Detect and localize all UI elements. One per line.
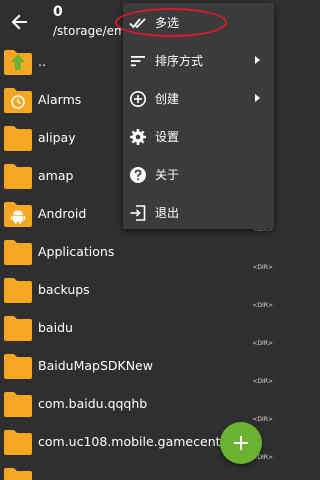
folder-icon	[4, 430, 32, 455]
menu-item-settings[interactable]: 设置	[123, 118, 274, 156]
file-name: backups	[38, 282, 90, 297]
file-name: Alarms	[38, 92, 82, 107]
dir-badge: <DIR>	[252, 302, 273, 309]
menu-item-create[interactable]: 创建	[123, 80, 274, 118]
file-name: Android	[38, 206, 87, 221]
folder-icon	[4, 354, 32, 379]
menu-item-label: 关于	[155, 168, 180, 182]
dir-badge: <DIR>	[252, 378, 273, 385]
file-name: com.baidu.qqqhb	[38, 396, 148, 411]
folder-icon	[4, 126, 32, 151]
file-name: BaiduMapSDKNew	[38, 358, 153, 373]
sort-icon	[129, 52, 147, 70]
dir-badge: <DIR>	[252, 340, 273, 347]
arrow-left-icon	[11, 14, 27, 30]
plus-icon	[234, 436, 248, 450]
list-item[interactable]: backups <DIR>	[0, 272, 279, 310]
folder-icon	[4, 164, 32, 189]
android-folder-icon	[4, 202, 32, 227]
overflow-menu: 多选 排序方式 创建 设置 关于 退出	[123, 3, 274, 229]
alarm-folder-icon	[4, 88, 32, 113]
dir-badge: <DIR>	[252, 264, 273, 271]
file-name: alipay	[38, 130, 76, 145]
list-item[interactable]: baidu <DIR>	[0, 310, 279, 348]
list-item[interactable]	[0, 462, 279, 480]
current-path: /storage/em	[53, 24, 126, 38]
parent-folder-icon	[4, 50, 32, 75]
folder-icon	[4, 240, 32, 265]
add-circle-icon	[129, 90, 147, 108]
exit-icon	[129, 204, 147, 222]
selection-count: 0	[53, 4, 63, 20]
menu-item-sort[interactable]: 排序方式	[123, 42, 274, 80]
folder-icon	[4, 316, 32, 341]
dir-badge: <DIR>	[252, 416, 273, 423]
highlight-ellipse	[115, 8, 227, 37]
folder-icon	[4, 278, 32, 303]
folder-icon	[4, 392, 32, 417]
submenu-arrow-icon	[255, 56, 260, 64]
list-item[interactable]: BaiduMapSDKNew <DIR>	[0, 348, 279, 386]
file-name: baidu	[38, 320, 73, 335]
menu-item-label: 创建	[155, 92, 180, 106]
back-button[interactable]	[4, 6, 36, 38]
list-item[interactable]: com.baidu.qqqhb <DIR>	[0, 386, 279, 424]
menu-item-label: 排序方式	[155, 54, 204, 68]
gear-icon	[129, 128, 147, 146]
file-name: com.uc108.mobile.gamecenter	[38, 434, 234, 449]
add-fab-button[interactable]	[220, 422, 262, 464]
list-item[interactable]: Applications <DIR>	[0, 234, 279, 272]
file-name: ..	[38, 54, 46, 69]
menu-item-exit[interactable]: 退出	[123, 194, 274, 232]
menu-item-label: 退出	[155, 206, 180, 220]
folder-icon	[4, 468, 32, 480]
menu-item-about[interactable]: 关于	[123, 156, 274, 194]
file-name: Applications	[38, 244, 115, 259]
help-icon	[129, 166, 147, 184]
submenu-arrow-icon	[255, 94, 260, 102]
file-name: amap	[38, 168, 74, 183]
menu-item-label: 设置	[155, 130, 180, 144]
